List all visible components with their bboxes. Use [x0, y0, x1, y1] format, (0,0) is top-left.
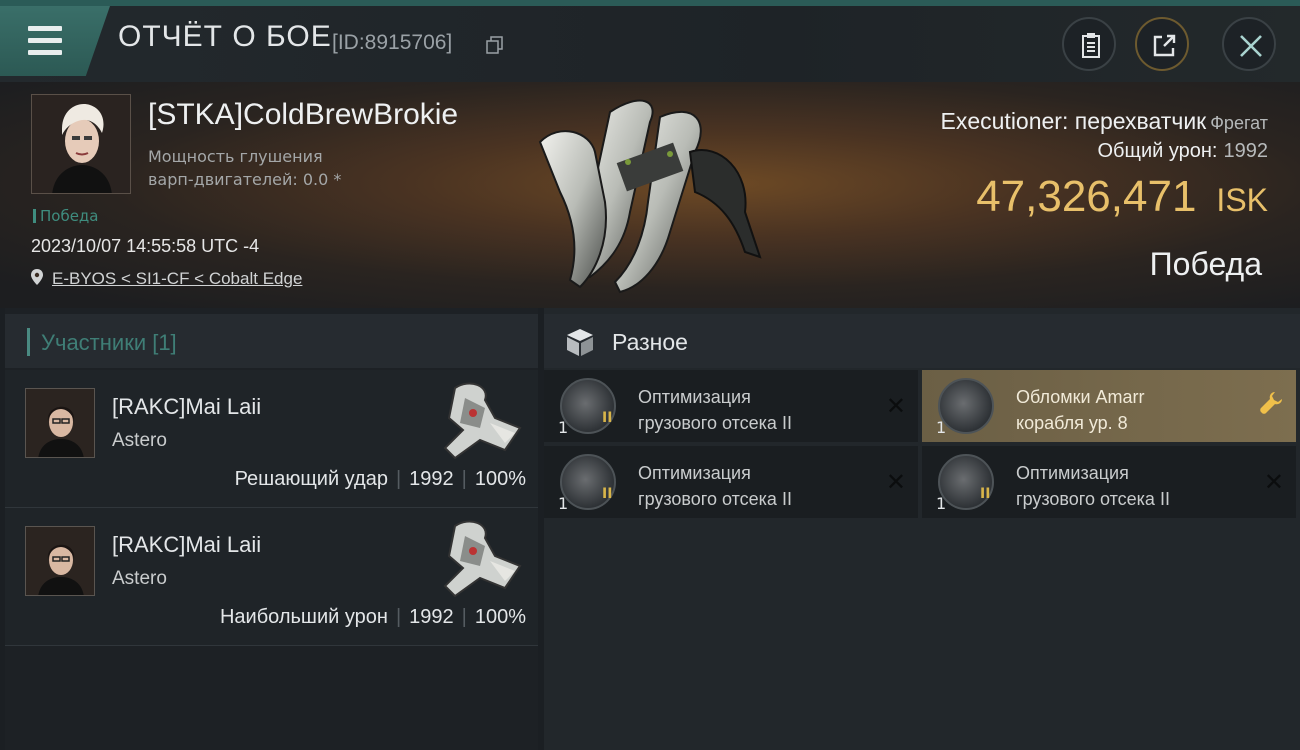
- item-name-line-2: корабля ур. 8: [1016, 413, 1128, 433]
- item-quantity: 1: [936, 494, 947, 513]
- participant-stats: Наибольший урон | 1992 | 100%: [219, 606, 526, 628]
- cube-icon: [567, 329, 593, 356]
- victim-ship-image[interactable]: [520, 92, 790, 297]
- participant-ship-image[interactable]: [435, 378, 525, 464]
- close-icon: ✕: [1263, 468, 1284, 496]
- close-button[interactable]: [1222, 17, 1276, 71]
- participant-percent: 100%: [474, 468, 526, 490]
- warp-disruption-strength: Мощность глушения варп-двигателей: 0.0 *: [148, 145, 408, 191]
- page-title: ОТЧЁТ О БОЕ: [118, 20, 332, 53]
- loot-item[interactable]: 1 II Оптимизация грузового отсека II ✕: [922, 446, 1296, 518]
- warp-label-line-2: варп-двигателей: 0.0 *: [148, 170, 342, 189]
- participants-header[interactable]: Участники [1]: [5, 314, 538, 368]
- item-quantity: 1: [936, 418, 947, 437]
- victim-ship[interactable]: Executioner: перехватчик Фрегат: [941, 108, 1269, 135]
- location-pin-icon: [31, 269, 43, 285]
- item-quantity: 1: [558, 418, 569, 437]
- victim-avatar[interactable]: [31, 94, 131, 194]
- participant-row[interactable]: [RAKC]Mai Laii Astero Наибольший урон | 19…: [5, 508, 538, 646]
- status-tag: Победа: [33, 207, 99, 225]
- item-name-line-1: Оптимизация: [1016, 463, 1129, 483]
- total-damage-value: 1992: [1223, 140, 1269, 162]
- participant-role: Наибольший урон: [219, 606, 388, 628]
- participant-row[interactable]: [RAKC]Mai Laii Astero Решающий удар | 1992…: [5, 370, 538, 508]
- item-name: Обломки Amarr корабля ур. 8: [1016, 384, 1256, 436]
- participant-damage: 1992: [409, 468, 454, 490]
- wrench-icon: [1260, 392, 1282, 414]
- wreck-icon: [938, 378, 994, 434]
- share-button[interactable]: [1135, 17, 1189, 71]
- victim-ship-name: Executioner: перехватчик: [940, 108, 1207, 134]
- participant-damage: 1992: [409, 606, 454, 628]
- item-name: Оптимизация грузового отсека II: [638, 384, 878, 436]
- location-link[interactable]: E-BYOS < SI1-CF < Cobalt Edge: [52, 269, 302, 288]
- participant-ship: Astero: [112, 568, 167, 589]
- clipboard-icon: [1082, 33, 1100, 58]
- copy-icon[interactable]: [486, 36, 504, 54]
- item-tech-level: II: [602, 410, 613, 426]
- item-name: Оптимизация грузового отсека II: [1016, 460, 1256, 512]
- loot-item[interactable]: 1 II Оптимизация грузового отсека II ✕: [544, 446, 918, 518]
- participant-name[interactable]: [RAKC]Mai Laii: [112, 532, 261, 558]
- kill-location[interactable]: E-BYOS < SI1-CF < Cobalt Edge: [30, 268, 302, 289]
- participant-avatar[interactable]: [25, 526, 95, 596]
- item-name-line-2: грузового отсека II: [638, 413, 792, 433]
- clipboard-button[interactable]: [1062, 17, 1116, 71]
- participant-name[interactable]: [RAKC]Mai Laii: [112, 394, 261, 420]
- misc-title: Разное: [612, 329, 688, 355]
- participant-avatar[interactable]: [25, 388, 95, 458]
- misc-header: Разное: [544, 314, 1300, 368]
- status-tag-label: Победа: [40, 207, 99, 225]
- misc-panel: Разное 1 II Оптимизация грузового отсека …: [544, 308, 1300, 750]
- kill-datetime: 2023/10/07 14:55:58 UTC -4: [31, 236, 260, 256]
- item-name-line-2: грузового отсека II: [638, 489, 792, 509]
- item-name-line-1: Обломки Amarr: [1016, 387, 1145, 407]
- item-tech-level: II: [980, 486, 991, 502]
- item-name: Оптимизация грузового отсека II: [638, 460, 878, 512]
- isk-currency: ISK: [1216, 182, 1268, 218]
- victim-name[interactable]: [STKA]ColdBrewBrokie: [148, 98, 458, 132]
- isk-value: 47,326,471 ISK: [976, 172, 1268, 222]
- warp-label-line-1: Мощность глушения: [148, 147, 323, 166]
- item-quantity: 1: [558, 494, 569, 513]
- participants-panel: Участники [1] [RAKC]Mai Laii Astero Реша…: [5, 308, 538, 750]
- item-name-line-2: грузового отсека II: [1016, 489, 1170, 509]
- total-damage-label: Общий урон:: [1097, 140, 1218, 162]
- participant-ship: Astero: [112, 430, 167, 451]
- item-name-line-1: Оптимизация: [638, 463, 751, 483]
- participants-title: Участники [1]: [41, 330, 177, 355]
- close-icon: ✕: [885, 392, 906, 420]
- participant-percent: 100%: [474, 606, 526, 628]
- share-icon: [1153, 34, 1176, 57]
- participant-ship-image[interactable]: [435, 516, 525, 602]
- participant-stats: Решающий удар | 1992 | 100%: [234, 468, 526, 490]
- close-icon: ✕: [885, 468, 906, 496]
- total-damage: Общий урон: 1992: [1098, 140, 1269, 163]
- item-tech-level: II: [602, 486, 613, 502]
- loot-item[interactable]: 1 Обломки Amarr корабля ур. 8: [922, 370, 1296, 442]
- battle-id: [ID:8915706]: [332, 31, 453, 54]
- participant-role: Решающий удар: [234, 468, 388, 490]
- victim-ship-class: Фрегат: [1210, 113, 1268, 133]
- isk-amount: 47,326,471: [976, 172, 1197, 221]
- loot-item[interactable]: 1 II Оптимизация грузового отсека II ✕: [544, 370, 918, 442]
- close-icon: [1240, 35, 1262, 57]
- battle-result: Победа: [1149, 246, 1262, 282]
- item-name-line-1: Оптимизация: [638, 387, 751, 407]
